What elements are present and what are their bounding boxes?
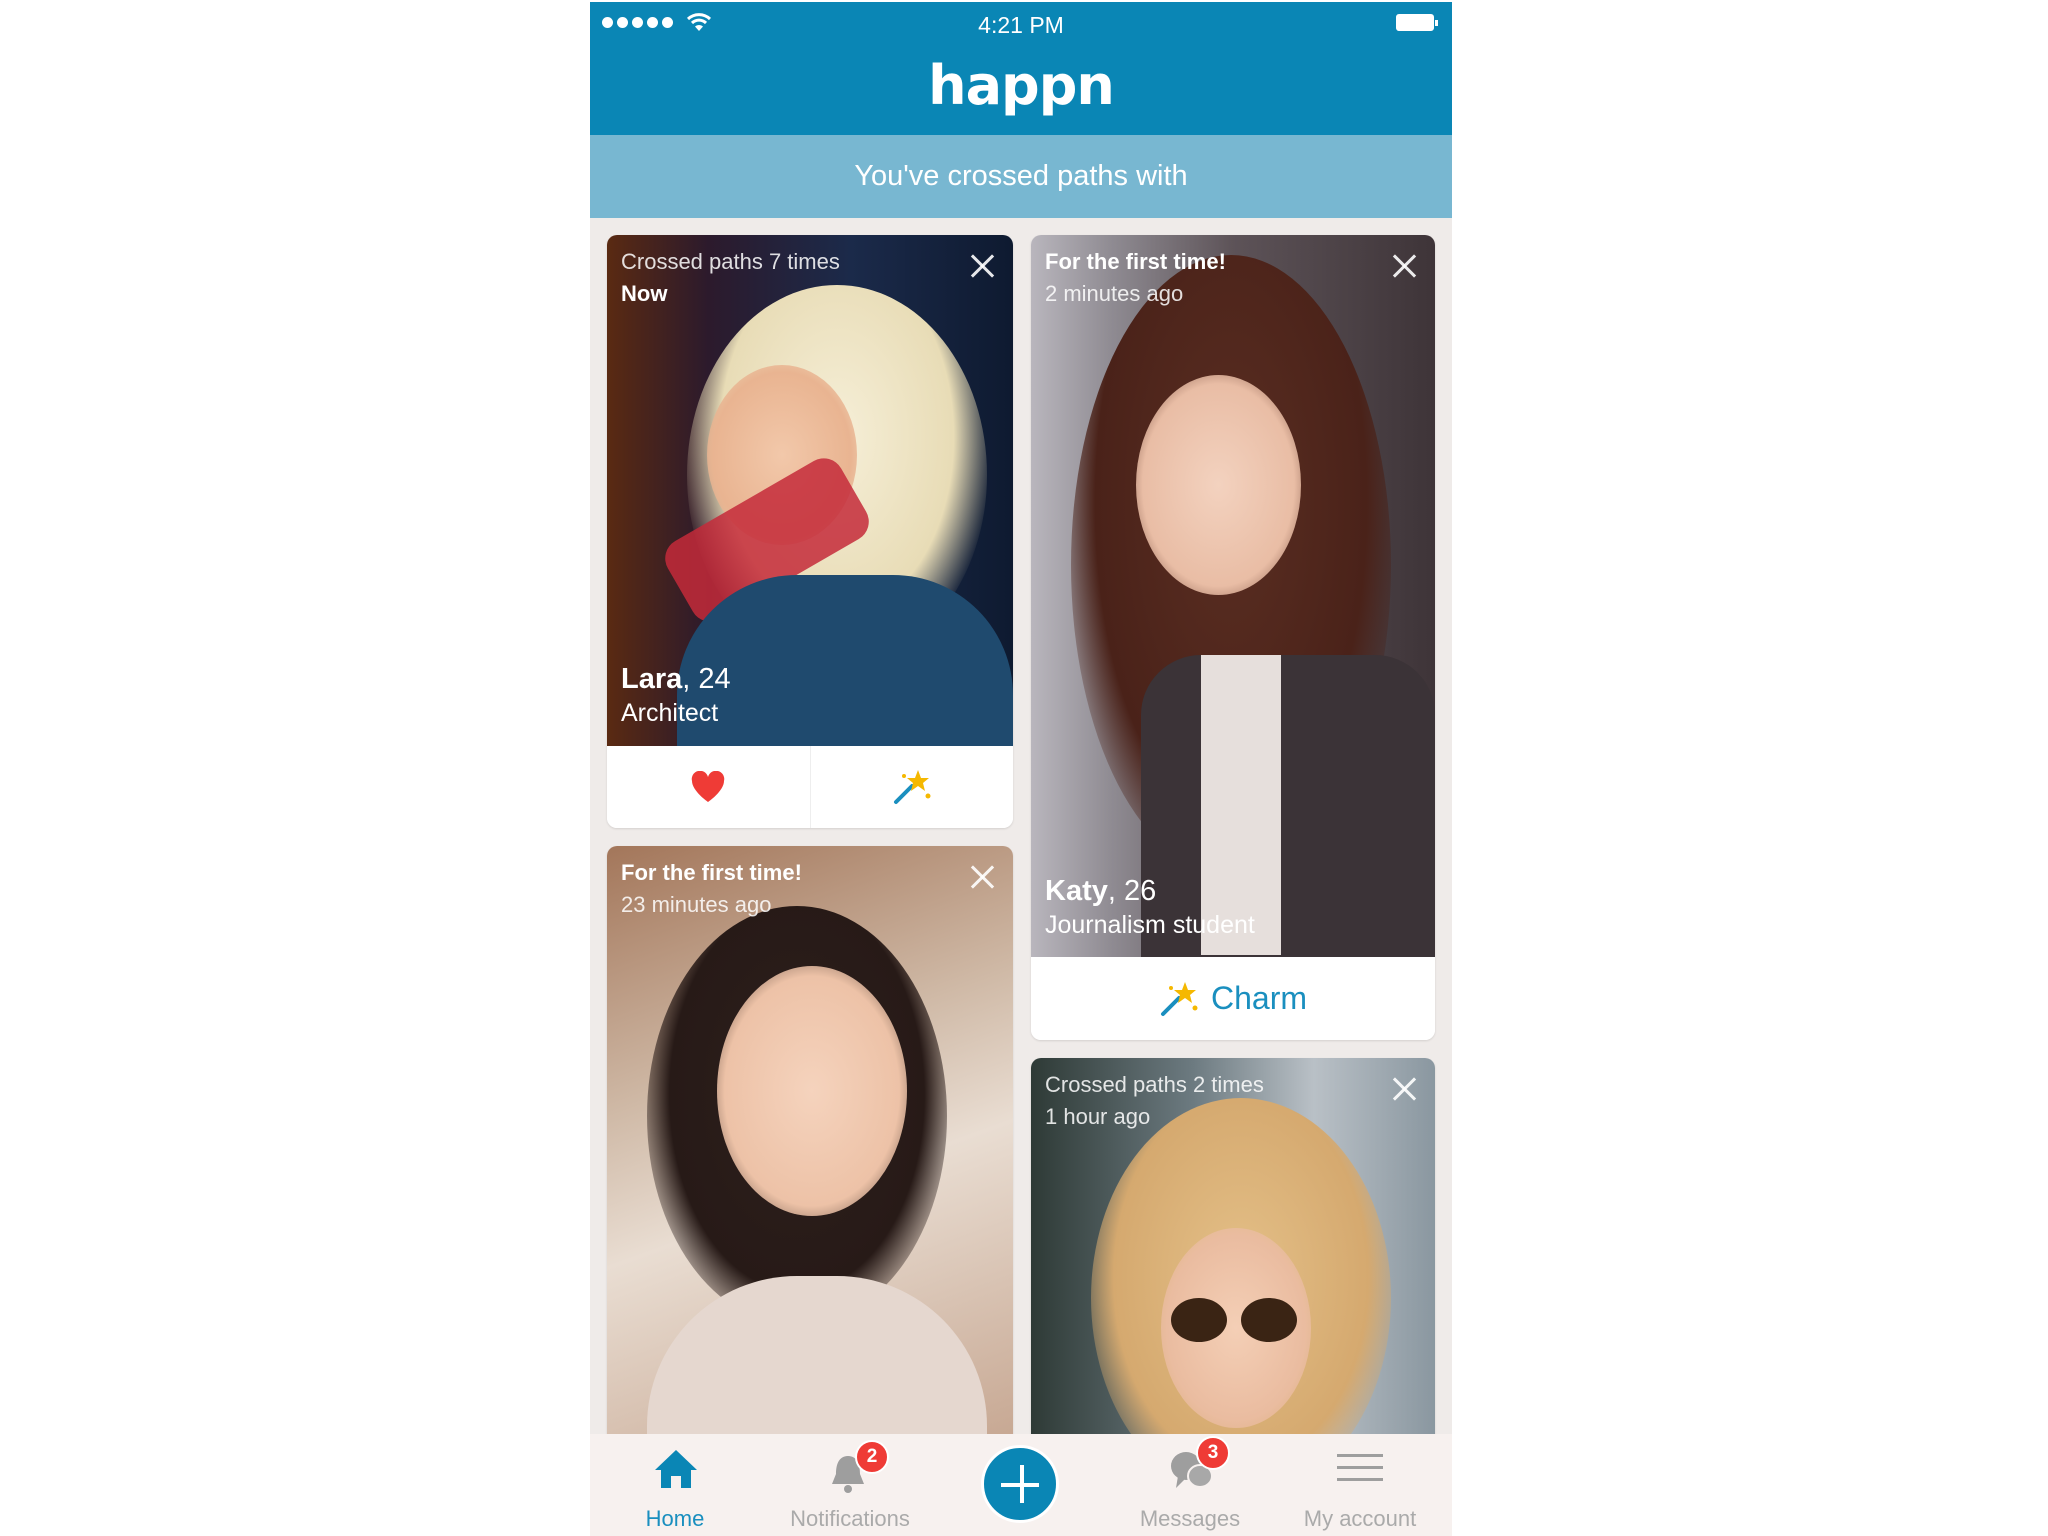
crossed-time-text: 23 minutes ago (621, 892, 772, 917)
tab-label: Notifications (790, 1506, 910, 1531)
profile-photo[interactable]: For the first time! 23 minutes ago (607, 846, 1013, 1466)
crossed-count-text: Crossed paths 7 times (621, 249, 840, 274)
hamburger-menu-icon (1337, 1454, 1383, 1481)
status-time: 4:21 PM (978, 12, 1064, 38)
close-icon[interactable] (969, 253, 995, 279)
tab-home[interactable]: Home (600, 1434, 750, 1536)
notification-badge: 2 (855, 1440, 889, 1474)
profile-photo[interactable]: For the first time! 2 minutes ago Katy, … (1031, 235, 1435, 957)
battery-icon (1396, 14, 1438, 31)
charm-button[interactable] (809, 746, 1014, 828)
tab-my-account[interactable]: My account (1280, 1434, 1440, 1536)
profile-card-katy[interactable]: For the first time! 2 minutes ago Katy, … (1031, 235, 1435, 1040)
sunglasses-shape (1241, 1298, 1297, 1342)
charm-label: Charm (1210, 980, 1307, 1016)
charm-button[interactable]: Charm (1031, 957, 1435, 1040)
face-shape (717, 966, 907, 1216)
card-actions (607, 746, 1013, 828)
crossed-count-text: Crossed paths 2 times (1045, 1072, 1264, 1097)
home-icon (655, 1450, 697, 1488)
crossed-paths-banner: You've crossed paths with (590, 135, 1452, 218)
tab-label: My account (1303, 1506, 1417, 1531)
crossed-time-text: Now (621, 281, 668, 306)
app-logo: happn (928, 54, 1115, 117)
tab-messages[interactable]: 3 Messages (1110, 1434, 1270, 1536)
bottom-tab-bar: Home 2 Notifications 3 Messages My accou… (590, 1434, 1452, 1536)
like-button[interactable] (607, 746, 810, 828)
crossed-count-text: For the first time! (1045, 249, 1226, 274)
close-icon[interactable] (1391, 1076, 1417, 1102)
crossed-time-text: 1 hour ago (1045, 1104, 1151, 1129)
tab-label: Home (645, 1506, 705, 1531)
profile-name: Lara, 24 (621, 663, 731, 695)
magic-wand-icon (1160, 981, 1198, 1016)
profile-name: Katy, 26 (1045, 875, 1157, 907)
profile-card-3[interactable]: For the first time! 23 minutes ago (607, 846, 1013, 1466)
card-actions: Charm (1031, 957, 1435, 1040)
messages-badge: 3 (1196, 1436, 1230, 1470)
profile-card-lara[interactable]: Crossed paths 7 times Now Lara, 24 Archi… (607, 235, 1013, 828)
plus-icon[interactable] (981, 1445, 1059, 1523)
close-icon[interactable] (1391, 253, 1417, 279)
heart-icon (692, 771, 725, 802)
phone-screen: 4:21 PM happn You've crossed paths with … (590, 2, 1452, 1536)
profile-photo[interactable]: Crossed paths 7 times Now Lara, 24 Archi… (607, 235, 1013, 746)
shirt-shape (1201, 655, 1281, 955)
tab-notifications[interactable]: 2 Notifications (770, 1434, 930, 1536)
crossed-count-text: For the first time! (621, 860, 802, 885)
face-shape (1136, 375, 1301, 595)
magic-wand-icon (893, 770, 931, 804)
crossed-time-text: 2 minutes ago (1045, 281, 1184, 306)
tab-label: Messages (1139, 1506, 1241, 1531)
profile-occupation: Journalism student (1045, 911, 1255, 939)
jacket-shape (677, 575, 1013, 746)
close-icon[interactable] (969, 864, 995, 890)
profile-card-4[interactable]: Crossed paths 2 times 1 hour ago (1031, 1058, 1435, 1478)
status-bar: 4:21 PM (590, 2, 1452, 46)
profile-occupation: Architect (621, 699, 719, 727)
profile-photo[interactable]: Crossed paths 2 times 1 hour ago (1031, 1058, 1435, 1478)
sunglasses-shape (1171, 1298, 1227, 1342)
app-header: happn (590, 46, 1452, 135)
